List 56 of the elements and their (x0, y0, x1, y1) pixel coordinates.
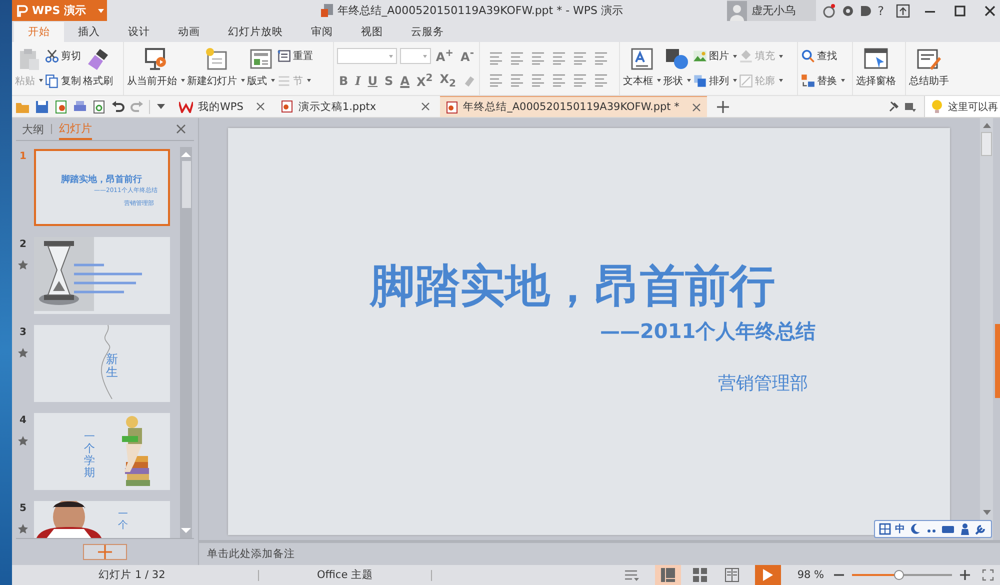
reset-button[interactable]: 重置 (277, 46, 313, 66)
menu-tab[interactable]: 幻灯片放映 (214, 22, 297, 42)
slide-title: 脚踏实地，昂首前行 (368, 258, 776, 314)
bold-button[interactable]: B (337, 74, 350, 88)
cut-button[interactable]: 剪切 (45, 46, 81, 66)
slide-text: 营销管理部 (717, 372, 809, 395)
menu-tab[interactable]: 视图 (347, 22, 397, 42)
underline-button[interactable]: U (366, 74, 380, 88)
document-tab[interactable]: 演示文稿1.pptx (275, 96, 436, 117)
thumbnail-title: 脚踏实地，昂首前行 (61, 173, 142, 186)
slide-number: 2 (20, 239, 26, 250)
text-box-button[interactable]: 文本框 (623, 44, 661, 92)
summary-assistant-button[interactable]: 总结助手 (909, 44, 949, 92)
italic-button[interactable]: I (353, 74, 363, 88)
selection-pane-button[interactable]: 选择窗格 (856, 44, 896, 92)
slide-subtitle: ——2011个人年终总结 (599, 318, 817, 345)
menu-tab[interactable]: 审阅 (297, 22, 347, 42)
picture-button[interactable]: 图片 (693, 46, 737, 66)
find-button[interactable]: 查找 (801, 46, 845, 66)
thumbnail-text: 一个 (118, 509, 128, 531)
panel-tab[interactable]: 大纲 (22, 118, 44, 140)
replace-button[interactable]: 替换 (801, 70, 845, 91)
slide-number: 3 (20, 327, 26, 338)
menu-tab[interactable]: 云服务 (397, 22, 458, 42)
document-tab[interactable]: 年终总结_A000520150119A39KOFW.ppt * (440, 96, 708, 117)
menu-tab[interactable]: 设计 (114, 22, 164, 42)
strikethrough-button[interactable]: S (382, 74, 396, 88)
slide-number: 1 (20, 151, 26, 162)
theme-name: Office 主题 (316, 568, 374, 582)
format-painter-button[interactable]: 格式刷 (83, 44, 113, 92)
zoom-level: 98 % (797, 569, 824, 581)
menu-tab[interactable]: 动画 (164, 22, 214, 42)
layout-button[interactable]: 版式 (247, 44, 275, 92)
thumbnail-text: 一个学期 (84, 431, 95, 480)
document-tab[interactable]: 我的WPS (173, 96, 272, 117)
subscript-button[interactable]: X$_{2}$ (438, 72, 458, 90)
slide-number: 4 (20, 415, 26, 426)
new-slide-button[interactable]: 新建幻灯片 (187, 44, 245, 92)
grow-font-button[interactable]: A$^{+}$ (434, 48, 456, 64)
notes-field[interactable]: 单击此处添加备注 (199, 540, 1000, 565)
input-mode-button[interactable]: 中 (895, 522, 905, 536)
shrink-font-button[interactable]: A$^{-}$ (458, 48, 476, 64)
copy-button[interactable]: 复制 (45, 70, 81, 91)
font-color-button[interactable]: A (398, 74, 412, 88)
tip-text: 这里可以再 (948, 100, 998, 114)
play-from-current-button[interactable]: 从当前开始 (127, 44, 185, 92)
menu-tab[interactable]: 插入 (64, 22, 114, 42)
slide-number: 5 (20, 503, 26, 514)
shape-button[interactable]: 形状 (663, 44, 691, 92)
thumbnail-text: 新生 (106, 353, 118, 380)
superscript-button[interactable]: X$^{2}$ (414, 72, 435, 89)
window-title: 年终总结_A000520150119A39KOFW.ppt * - WPS 演示 (338, 3, 624, 18)
help-button[interactable]: ? (878, 4, 884, 18)
user-account-button[interactable]: 虚无小乌 (726, 0, 816, 21)
arrange-button[interactable]: 排列 (693, 70, 737, 91)
slide-counter: 幻灯片 1 / 32 (98, 568, 166, 582)
